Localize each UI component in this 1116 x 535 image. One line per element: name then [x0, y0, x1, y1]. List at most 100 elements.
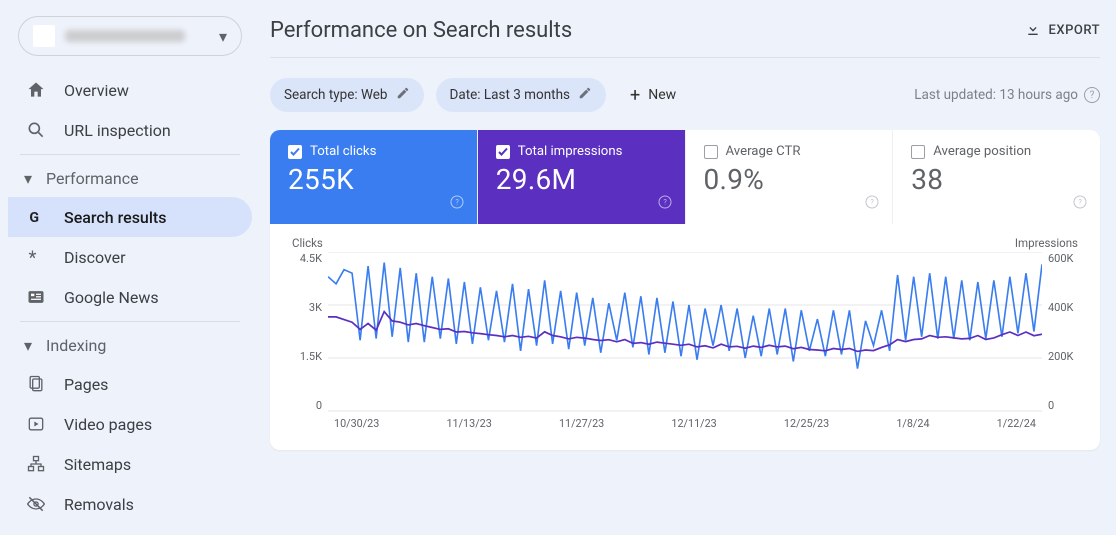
nav-overview-label: Overview	[64, 81, 129, 100]
x-axis: 10/30/23 11/13/23 11/27/23 12/11/23 12/25/23…	[328, 417, 1042, 430]
ytick: 200K	[1048, 350, 1082, 363]
add-filter-label: New	[648, 87, 676, 103]
nav-search-results-label: Search results	[64, 208, 166, 227]
metric-ctr-label: Average CTR	[726, 144, 801, 159]
info-icon[interactable]: ?	[1084, 87, 1100, 103]
nav-google-news[interactable]: Google News	[8, 277, 252, 317]
svg-text:G: G	[29, 210, 39, 226]
download-icon	[1025, 21, 1041, 41]
nav-pages-label: Pages	[64, 375, 108, 394]
asterisk-icon: *	[26, 247, 46, 267]
section-performance-label: Performance	[46, 169, 139, 188]
home-icon	[26, 80, 46, 100]
ytick: 1.5K	[288, 350, 322, 363]
ytick: 400K	[1048, 301, 1082, 314]
info-icon[interactable]: ?	[449, 194, 465, 214]
metric-card-ctr[interactable]: Average CTR 0.9% ?	[686, 130, 894, 224]
xtick: 10/30/23	[334, 417, 379, 430]
video-icon	[26, 414, 46, 434]
magnifier-icon	[26, 120, 46, 140]
xtick: 11/13/23	[446, 417, 491, 430]
svg-text:?: ?	[663, 198, 667, 207]
filter-search-type-label: Search type: Web	[284, 87, 388, 103]
export-label: EXPORT	[1049, 23, 1100, 38]
property-favicon	[33, 25, 55, 47]
metric-card-impressions[interactable]: Total impressions 29.6M ?	[478, 130, 686, 224]
metric-position-label: Average position	[933, 144, 1031, 159]
nav-removals[interactable]: Removals	[8, 484, 252, 524]
nav-video-pages[interactable]: Video pages	[8, 404, 252, 444]
chevron-down-icon: ▾	[219, 27, 227, 46]
filter-chip-search-type[interactable]: Search type: Web	[270, 78, 424, 112]
info-icon[interactable]: ?	[864, 194, 880, 214]
nav-sitemaps[interactable]: Sitemaps	[8, 444, 252, 484]
property-name-redacted	[65, 30, 185, 42]
metric-impressions-label: Total impressions	[518, 144, 623, 159]
ytick: 4.5K	[288, 252, 322, 265]
ytick: 0	[288, 399, 322, 412]
nav-url-inspection[interactable]: URL inspection	[8, 110, 252, 150]
svg-text:?: ?	[871, 198, 875, 207]
google-g-icon: G	[26, 207, 46, 227]
metric-clicks-label: Total clicks	[310, 144, 376, 159]
nav-discover[interactable]: * Discover	[8, 237, 252, 277]
ytick: 0	[1048, 399, 1082, 412]
news-icon	[26, 287, 46, 307]
checkbox-unchecked-icon	[704, 145, 718, 159]
plus-icon: +	[630, 85, 640, 106]
nav-video-pages-label: Video pages	[64, 415, 152, 434]
checkbox-unchecked-icon	[911, 145, 925, 159]
metric-ctr-value: 0.9%	[704, 163, 875, 196]
pages-icon	[26, 374, 46, 394]
last-updated-text: Last updated: 13 hours ago	[914, 87, 1078, 103]
performance-chart[interactable]: 4.5K 3K 1.5K 0	[288, 252, 1082, 430]
section-indexing[interactable]: ▾ Indexing	[8, 326, 252, 364]
filter-chip-date[interactable]: Date: Last 3 months	[436, 78, 607, 112]
nav-sitemaps-label: Sitemaps	[64, 455, 131, 474]
chart-left-axis-title: Clicks	[292, 236, 323, 250]
xtick: 12/25/23	[784, 417, 829, 430]
checkbox-checked-icon	[496, 145, 510, 159]
checkbox-checked-icon	[288, 145, 302, 159]
export-button[interactable]: EXPORT	[1025, 21, 1100, 41]
info-icon[interactable]: ?	[1072, 194, 1088, 214]
section-indexing-label: Indexing	[46, 336, 106, 355]
info-icon[interactable]: ?	[657, 194, 673, 214]
chevron-down-icon: ▾	[18, 336, 38, 355]
svg-text:*: *	[29, 248, 37, 267]
xtick: 1/8/24	[896, 417, 929, 430]
visibility-off-icon	[26, 494, 46, 514]
chart-svg	[328, 252, 1042, 412]
metric-position-value: 38	[911, 163, 1082, 196]
nav-search-results[interactable]: G Search results	[8, 197, 252, 237]
nav-url-inspection-label: URL inspection	[64, 121, 171, 140]
svg-text:?: ?	[455, 198, 459, 207]
nav-removals-label: Removals	[64, 495, 134, 514]
chart-right-axis-title: Impressions	[1015, 236, 1078, 250]
property-selector[interactable]: ▾	[18, 16, 242, 56]
y-axis-left: 4.5K 3K 1.5K 0	[288, 252, 328, 430]
section-performance[interactable]: ▾ Performance	[8, 159, 252, 197]
nav-pages[interactable]: Pages	[8, 364, 252, 404]
chevron-down-icon: ▾	[18, 169, 38, 188]
xtick: 12/11/23	[671, 417, 716, 430]
xtick: 1/22/24	[997, 417, 1036, 430]
metric-impressions-value: 29.6M	[496, 163, 667, 196]
pencil-icon	[578, 86, 592, 104]
filter-date-label: Date: Last 3 months	[450, 87, 571, 103]
sitemap-icon	[26, 454, 46, 474]
add-filter-button[interactable]: + New	[618, 78, 688, 112]
nav-google-news-label: Google News	[64, 288, 159, 307]
metric-card-position[interactable]: Average position 38 ?	[893, 130, 1100, 224]
nav-overview[interactable]: Overview	[8, 70, 252, 110]
y-axis-right: 600K 400K 200K 0	[1042, 252, 1082, 430]
svg-text:?: ?	[1078, 198, 1082, 207]
nav-discover-label: Discover	[64, 248, 126, 267]
xtick: 11/27/23	[559, 417, 604, 430]
ytick: 600K	[1048, 252, 1082, 265]
ytick: 3K	[288, 301, 322, 314]
pencil-icon	[396, 86, 410, 104]
metric-clicks-value: 255K	[288, 163, 459, 196]
last-updated: Last updated: 13 hours ago ?	[914, 87, 1100, 103]
metric-card-clicks[interactable]: Total clicks 255K ?	[270, 130, 478, 224]
